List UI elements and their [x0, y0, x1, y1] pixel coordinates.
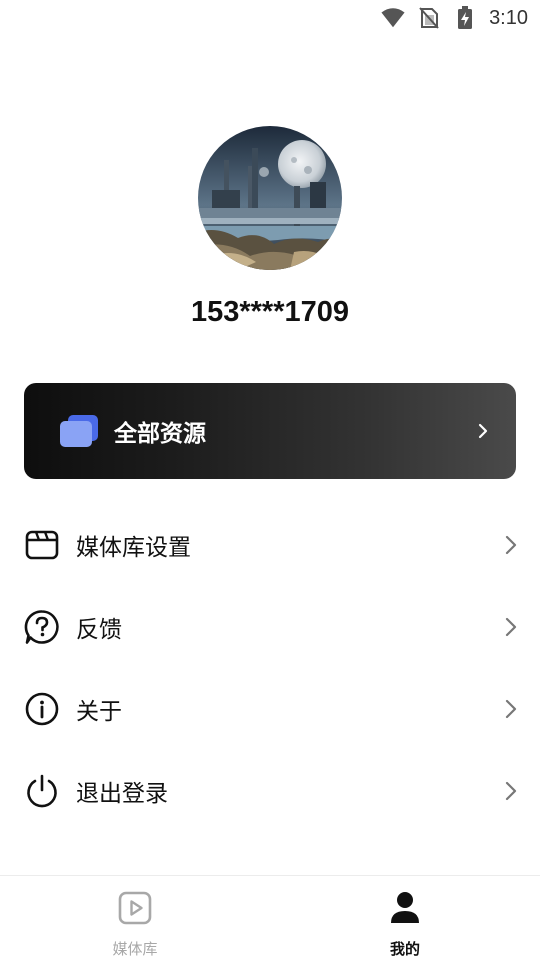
all-resources-card[interactable]: 全部资源	[24, 383, 516, 479]
folder-icon	[58, 413, 100, 449]
bottom-tab-bar: 媒体库 我的	[0, 875, 540, 960]
chevron-right-icon	[504, 780, 518, 802]
chevron-right-icon	[504, 616, 518, 638]
chevron-right-icon	[504, 698, 518, 720]
tab-label: 我的	[389, 940, 420, 958]
play-square-icon	[117, 890, 153, 926]
menu-item-label: 反馈	[76, 617, 122, 643]
chevron-right-icon	[504, 534, 518, 556]
question-bubble-icon	[24, 609, 60, 645]
tab-mine[interactable]: 我的	[270, 876, 540, 960]
user-phone: 153****1709	[190, 296, 350, 328]
menu-item-label: 关于	[76, 699, 122, 725]
all-resources-label: 全部资源	[114, 421, 206, 447]
menu-item-logout[interactable]: 退出登录	[0, 750, 540, 832]
menu-item-label: 媒体库设置	[76, 535, 191, 561]
person-icon	[387, 890, 423, 926]
media-library-icon	[24, 527, 60, 563]
menu-item-feedback[interactable]: 反馈	[0, 586, 540, 668]
battery-charging-icon	[453, 6, 477, 30]
tab-media-library[interactable]: 媒体库	[0, 876, 270, 960]
menu-item-about[interactable]: 关于	[0, 668, 540, 750]
status-bar: 3:10	[0, 0, 540, 36]
chevron-right-icon	[476, 421, 490, 441]
no-sim-icon	[417, 6, 441, 30]
menu-item-media-library-settings[interactable]: 媒体库设置	[0, 504, 540, 586]
menu-item-label: 退出登录	[76, 781, 168, 807]
moon-city-landscape-image	[198, 126, 342, 270]
tab-label: 媒体库	[112, 940, 158, 958]
power-icon	[24, 773, 60, 809]
avatar[interactable]	[198, 126, 342, 270]
status-time: 3:10	[489, 6, 528, 29]
wifi-icon	[381, 6, 405, 30]
info-icon	[24, 691, 60, 727]
